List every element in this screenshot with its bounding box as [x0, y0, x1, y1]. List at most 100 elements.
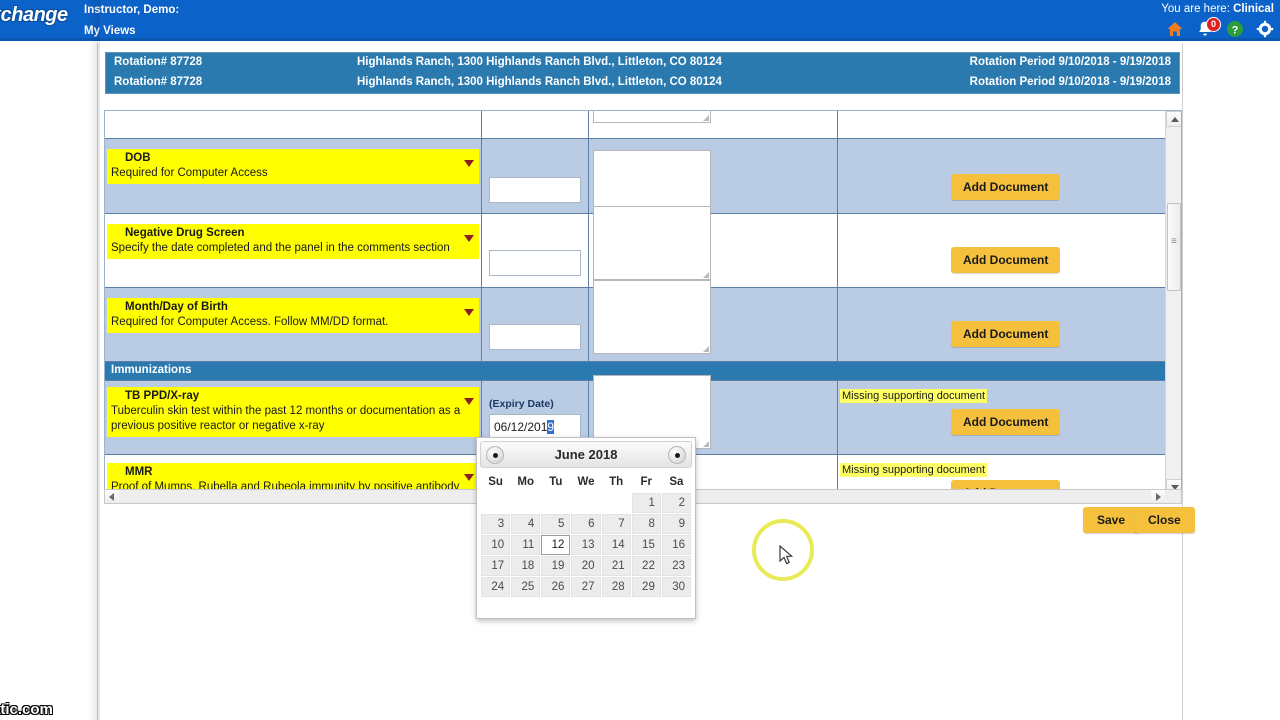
- datepicker-day-25[interactable]: 25: [511, 577, 541, 597]
- datepicker-weekday: Tu: [549, 476, 563, 488]
- settings-gear-icon[interactable]: [1256, 20, 1274, 38]
- datepicker-day-4[interactable]: 4: [511, 514, 541, 534]
- requirement-description: Required for Computer Access: [111, 167, 268, 179]
- datepicker-day-1[interactable]: 1: [631, 493, 661, 513]
- comments-textarea[interactable]: [593, 206, 711, 280]
- requirement-label[interactable]: Month/Day of Birth Required for Computer…: [107, 298, 479, 333]
- datepicker-day-28[interactable]: 28: [601, 577, 631, 597]
- table-row: Month/Day of Birth Required for Computer…: [105, 280, 1167, 362]
- requirement-label[interactable]: DOB Required for Computer Access: [107, 149, 479, 184]
- rotation-number: Rotation# 87728: [114, 56, 203, 68]
- datepicker-day-23[interactable]: 23: [661, 556, 691, 576]
- date-selected-char: 9: [547, 420, 555, 434]
- datepicker-weekday: Th: [609, 476, 624, 488]
- add-document-button[interactable]: Add Document: [951, 174, 1061, 200]
- datepicker-day-17[interactable]: 17: [481, 556, 511, 576]
- date-input[interactable]: [489, 324, 581, 350]
- cell-label: Negative Drug Screen Specify the date co…: [105, 214, 482, 287]
- datepicker-day-22[interactable]: 22: [631, 556, 661, 576]
- cell-label: DOB Required for Computer Access: [105, 139, 482, 213]
- requirement-label[interactable]: Negative Drug Screen Specify the date co…: [107, 224, 479, 259]
- datepicker-day-9[interactable]: 9: [661, 514, 691, 534]
- datepicker-empty-cell: [571, 493, 600, 513]
- flag-icon: [464, 474, 474, 481]
- rotation-row: Rotation# 87728 Highlands Ranch, 1300 Hi…: [106, 73, 1179, 93]
- datepicker-day-30[interactable]: 30: [661, 577, 691, 597]
- notification-bell-icon[interactable]: 0: [1196, 17, 1221, 38]
- datepicker-day-19[interactable]: 19: [541, 556, 571, 576]
- datepicker-empty-cell: [602, 493, 631, 513]
- datepicker-week-row: 10 11 12 13 14 15 16: [481, 535, 691, 555]
- help-icon[interactable]: ?: [1226, 20, 1244, 38]
- datepicker-day-16[interactable]: 16: [661, 535, 691, 555]
- cell-notes: [589, 139, 838, 224]
- table-vertical-scrollbar[interactable]: [1165, 111, 1181, 493]
- comments-textarea[interactable]: [593, 280, 711, 354]
- add-document-button[interactable]: Add Document: [951, 247, 1061, 273]
- datepicker-day-29[interactable]: 29: [631, 577, 661, 597]
- datepicker-day-2[interactable]: 2: [661, 493, 691, 513]
- datepicker-day-7[interactable]: 7: [601, 514, 631, 534]
- datepicker-month-title: June 2018: [554, 447, 618, 462]
- datepicker-day-27[interactable]: 27: [571, 577, 601, 597]
- datepicker-days-body: 1 2 3 4 5 6 7 8 9 10 11 12 13 14 15 16 17 18 19 20 21 22 23 24 2…: [481, 493, 691, 597]
- scroll-left-arrow[interactable]: [105, 490, 119, 503]
- scroll-up-arrow[interactable]: [1166, 111, 1181, 127]
- datepicker-day-10[interactable]: 10: [481, 535, 511, 555]
- add-document-button[interactable]: Add Document: [951, 321, 1061, 347]
- requirement-description: Tuberculin skin test within the past 12 …: [111, 405, 461, 432]
- datepicker-empty-cell: [481, 493, 510, 513]
- vertical-scrollbar-thumb[interactable]: [1167, 203, 1181, 291]
- flag-icon: [464, 398, 474, 405]
- cell-label: [105, 111, 482, 139]
- datepicker-week-row: 24 25 26 27 28 29 30: [481, 577, 691, 597]
- datepicker-day-5[interactable]: 5: [541, 514, 571, 534]
- mouse-cursor: [779, 544, 795, 572]
- requirement-label[interactable]: TB PPD/X-ray Tuberculin skin test within…: [107, 387, 479, 437]
- datepicker-day-15[interactable]: 15: [631, 535, 661, 555]
- datepicker-week-row: 3456789: [481, 514, 691, 534]
- header-underline: [0, 38, 1280, 41]
- missing-document-status: Missing supporting document: [840, 389, 988, 403]
- datepicker-day-18[interactable]: 18: [511, 556, 541, 576]
- datepicker-day-3[interactable]: 3: [481, 514, 511, 534]
- cell-document: Add Document: [838, 214, 1166, 287]
- datepicker-day-14[interactable]: 14: [601, 535, 631, 555]
- add-document-button[interactable]: Add Document: [951, 409, 1061, 435]
- top-header-bar: [0, 0, 1280, 38]
- table-row: Negative Drug Screen Specify the date co…: [105, 206, 1167, 288]
- datepicker-popup[interactable]: June 2018 Su Mo Tu We Th Fr Sa 1 2 3 4 5 6 7 8 9 10 11 12…: [476, 437, 696, 619]
- cell-date: [482, 139, 589, 213]
- datepicker-week-row: 12: [481, 493, 691, 513]
- datepicker-day-26[interactable]: 26: [541, 577, 571, 597]
- datepicker-day-11[interactable]: 11: [511, 535, 541, 555]
- rotation-header-block: Rotation# 87728 Highlands Ranch, 1300 Hi…: [105, 52, 1180, 94]
- datepicker-day-6[interactable]: 6: [571, 514, 601, 534]
- date-input[interactable]: [489, 177, 581, 203]
- datepicker-day-21[interactable]: 21: [601, 556, 631, 576]
- header-icon-bar: 0 ?: [1166, 17, 1274, 38]
- datepicker-day-12[interactable]: 12: [541, 535, 571, 555]
- datepicker-weekday: Mo: [517, 476, 535, 488]
- save-button[interactable]: Save: [1083, 507, 1140, 533]
- datepicker-weekday: Fr: [640, 476, 653, 488]
- requirement-description: Specify the date completed and the panel…: [111, 242, 450, 254]
- site-logo[interactable]: xchange: [0, 3, 72, 28]
- cell-document: Add Document: [838, 139, 1166, 213]
- datepicker-day-20[interactable]: 20: [571, 556, 601, 576]
- expiry-date-label: (Expiry Date): [489, 398, 554, 410]
- breadcrumb-prefix: You are here:: [1161, 3, 1234, 15]
- date-input[interactable]: [489, 250, 581, 276]
- scroll-right-arrow[interactable]: [1151, 490, 1165, 503]
- datepicker-day-24[interactable]: 24: [481, 577, 511, 597]
- svg-text:?: ?: [1232, 24, 1239, 36]
- section-header-label: Immunizations: [111, 364, 192, 376]
- comments-textarea[interactable]: [593, 111, 711, 123]
- datepicker-day-8[interactable]: 8: [631, 514, 661, 534]
- close-button[interactable]: Close: [1134, 507, 1195, 533]
- cell-notes: [589, 111, 838, 139]
- table-row-partial-top: [105, 111, 1167, 139]
- datepicker-day-13[interactable]: 13: [571, 535, 601, 555]
- datepicker-next-month-icon[interactable]: [668, 446, 686, 464]
- home-icon[interactable]: [1166, 20, 1184, 38]
